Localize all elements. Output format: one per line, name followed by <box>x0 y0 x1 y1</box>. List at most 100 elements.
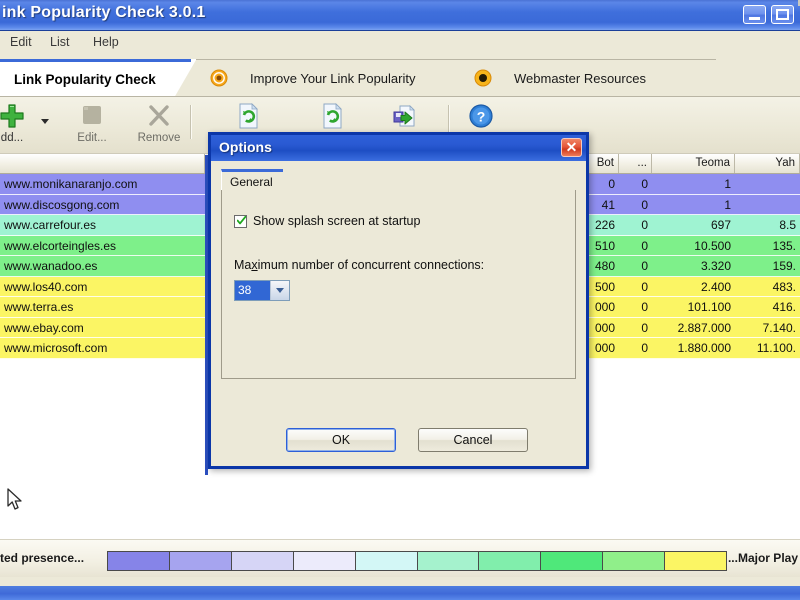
table-cell-yahoo: 7.140. <box>762 320 796 335</box>
remove-button[interactable]: Remove <box>128 101 190 149</box>
table-cell-yahoo: 483. <box>772 279 796 294</box>
edit-button-label: Edit... <box>77 132 107 144</box>
table-cell-dots: 0 <box>641 259 648 273</box>
menu-item-help[interactable]: Help <box>88 34 124 50</box>
table-cell-dots: 0 <box>641 279 648 294</box>
dialog-titlebar: Options <box>211 135 586 161</box>
table-cell-yahoo <box>735 174 800 195</box>
show-splash-checkbox-row[interactable]: Show splash screen at startup <box>234 214 420 228</box>
legend-swatch <box>293 552 356 570</box>
orange-dot-icon <box>474 69 492 87</box>
legend-swatch <box>355 552 418 570</box>
table-cell-site: www.discosgong.com <box>4 197 120 212</box>
table-cell-site: www.terra.es <box>4 300 74 314</box>
add-button[interactable]: dd... <box>0 101 42 149</box>
max-connections-value[interactable]: 38 <box>235 281 270 300</box>
table-cell-dots: 0 <box>641 320 648 335</box>
legend-swatch <box>603 552 666 570</box>
legend-swatch <box>231 552 294 570</box>
table-cell-teoma: 101.100 <box>687 300 731 314</box>
cancel-button[interactable]: Cancel <box>418 428 528 452</box>
refresh-document-icon <box>236 101 262 131</box>
table-cell-site: www.carrefour.es <box>4 218 97 232</box>
legend-swatch <box>665 552 727 570</box>
table-cell-dots: 0 <box>641 177 648 191</box>
tab-link-popularity-check[interactable]: Link Popularity Check <box>0 59 220 100</box>
table-cell-teoma: 1 <box>724 177 731 191</box>
table-cell-yahoo: 416. <box>772 300 796 314</box>
column-header-site[interactable] <box>0 154 205 173</box>
table-cell-yahoo: 8.5 <box>779 218 796 232</box>
menu-item-edit[interactable]: Edit <box>5 34 37 50</box>
tab-improve-your-link-popularity[interactable]: Improve Your Link Popularity <box>174 59 486 98</box>
close-x-icon <box>146 101 172 131</box>
show-splash-checkbox[interactable] <box>234 214 247 228</box>
add-button-label: dd... <box>0 132 24 144</box>
window-title: ink Popularity Check 3.0.1 <box>2 4 206 21</box>
minimize-icon <box>749 17 760 20</box>
table-cell-dots: 0 <box>641 197 648 212</box>
column-header-yahoo[interactable]: Yah <box>735 154 800 173</box>
options-dialog: Options ✕ General Show splash screen at … <box>208 132 589 469</box>
table-cell-teoma: 2.400 <box>700 279 731 294</box>
column-header-dots[interactable]: ... <box>619 154 652 173</box>
dialog-title: Options <box>219 139 272 155</box>
dialog-general-panel: Show splash screen at startup Maximum nu… <box>221 190 576 379</box>
toolbar-separator <box>190 105 192 139</box>
legend-swatch <box>169 552 232 570</box>
column-header-teoma[interactable]: Teoma <box>652 154 735 173</box>
table-cell-site: www.elcorteingles.es <box>4 238 117 253</box>
table-cell-teoma: 697 <box>710 218 731 232</box>
ok-button[interactable]: OK <box>286 428 396 452</box>
table-cell-site: www.monikanaranjo.com <box>4 177 138 191</box>
table-cell-dots: 0 <box>641 238 648 253</box>
export-document-icon <box>391 101 419 131</box>
table-cell-yahoo: 135. <box>772 238 796 253</box>
legend-left-text: ted presence... <box>0 551 85 565</box>
maximize-button[interactable] <box>771 5 794 24</box>
application-window: ink Popularity Check 3.0.1 Edit List Hel… <box>0 0 800 600</box>
menu-bar: Edit List Help <box>0 31 800 54</box>
menu-item-list[interactable]: List <box>45 34 74 50</box>
window-titlebar: ink Popularity Check 3.0.1 <box>0 0 800 31</box>
table-cell-teoma: 3.320 <box>700 259 731 273</box>
max-connections-label-post: imum number of concurrent connections: <box>257 258 485 272</box>
dialog-close-button[interactable]: ✕ <box>561 138 582 157</box>
desktop-taskbar <box>0 586 800 600</box>
table-cell-yahoo: 159. <box>772 259 796 273</box>
legend-swatch <box>417 552 480 570</box>
table-cell-yahoo <box>735 195 800 216</box>
plus-icon <box>0 101 25 131</box>
edit-button[interactable]: Edit... <box>62 101 122 149</box>
main-tab-strip: Link Popularity Check Improve Your Link … <box>0 53 800 100</box>
tab-webmaster-resources[interactable]: Webmaster Resources <box>438 59 738 98</box>
remove-button-label: Remove <box>137 132 181 144</box>
table-cell-site: www.wanadoo.es <box>4 259 98 273</box>
add-dropdown-chevron-down-icon[interactable] <box>41 119 49 124</box>
table-cell-teoma: 10.500 <box>694 238 731 253</box>
table-cell-site: www.microsoft.com <box>4 341 108 355</box>
legend-swatch <box>108 552 170 570</box>
chevron-down-glyph <box>276 288 284 293</box>
max-connections-combobox[interactable]: 38 <box>234 280 290 301</box>
help-question-icon: ? <box>468 101 494 131</box>
legend-color-scale <box>107 551 727 571</box>
tab-label: Improve Your Link Popularity <box>250 70 416 86</box>
legend-swatch <box>541 552 604 570</box>
maximize-icon <box>776 9 789 20</box>
table-cell-teoma: 1 <box>724 197 731 212</box>
minimize-button[interactable] <box>743 5 766 24</box>
dialog-tab-strip: General <box>221 169 576 194</box>
table-cell-teoma: 1.880.000 <box>677 341 731 355</box>
edit-square-icon <box>79 101 105 131</box>
orange-target-icon <box>210 69 228 87</box>
dialog-tab-general[interactable]: General <box>221 169 296 194</box>
table-cell-dots: 0 <box>641 218 648 232</box>
table-cell-dots: 0 <box>641 300 648 314</box>
combobox-chevron-down-icon[interactable] <box>270 281 289 300</box>
svg-text:?: ? <box>477 109 486 125</box>
show-splash-checkbox-label: Show splash screen at startup <box>253 214 421 228</box>
refresh-document-icon <box>320 101 346 131</box>
tab-strip-underline <box>0 96 800 97</box>
table-cell-site: www.los40.com <box>4 279 88 294</box>
